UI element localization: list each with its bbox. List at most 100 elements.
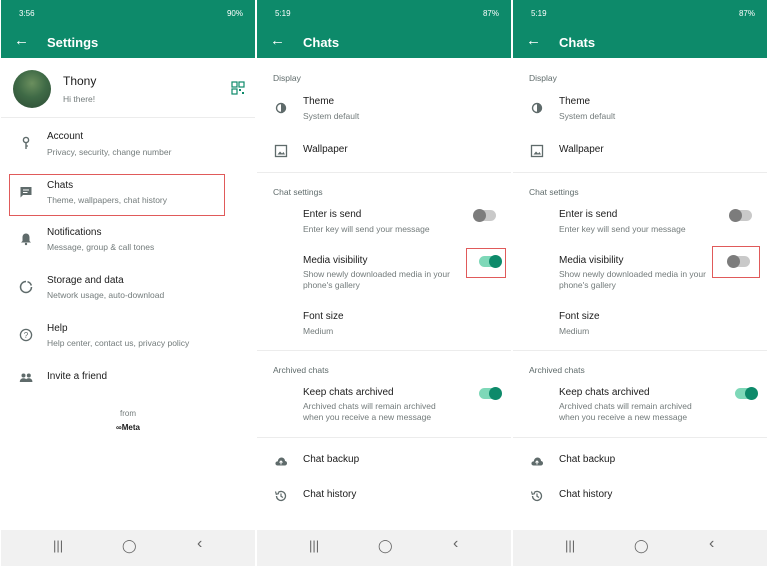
status-bar: 5:19 87%	[257, 0, 511, 24]
back-arrow-icon[interactable]: ←	[526, 33, 541, 48]
nav-back-button[interactable]: ‹	[197, 535, 202, 553]
item-subtitle: Archived chats will remain archived	[303, 401, 436, 411]
chat-history-row[interactable]: Chat history	[257, 483, 511, 509]
wallpaper-row[interactable]: Wallpaper	[513, 136, 767, 166]
settings-item-storage[interactable]: Storage and data Network usage, auto-dow…	[1, 268, 255, 310]
enter-is-send-toggle[interactable]	[729, 209, 752, 222]
profile-row[interactable]: Thony Hi there!	[1, 62, 255, 114]
battery-level: 90%	[226, 9, 243, 18]
item-title: Font size	[303, 311, 344, 322]
status-bar: 3:56 90%	[1, 0, 255, 24]
item-value: Medium	[559, 326, 590, 336]
footer-from: from	[120, 409, 136, 418]
item-title: Chat history	[303, 489, 357, 500]
chat-history-row[interactable]: Chat history	[513, 483, 767, 509]
app-bar: 3:56 90% ← Settings	[1, 0, 255, 58]
divider	[513, 437, 767, 438]
font-size-row[interactable]: Font size Medium	[513, 306, 767, 340]
highlight-box	[466, 248, 506, 278]
recents-button[interactable]: |||	[565, 538, 575, 553]
page-title: Settings	[47, 35, 99, 50]
nav-back-button[interactable]: ‹	[453, 535, 458, 553]
brightness-icon	[275, 102, 287, 114]
item-title: Keep chats archived	[559, 387, 650, 398]
keep-archived-toggle[interactable]	[735, 387, 758, 400]
system-nav-bar: ||| ◯ ‹	[257, 530, 511, 566]
divider	[513, 350, 767, 351]
recents-button[interactable]: |||	[53, 538, 63, 553]
item-title: Enter is send	[303, 209, 362, 220]
keep-archived-toggle[interactable]	[479, 387, 502, 400]
settings-item-notifications[interactable]: Notifications Message, group & call tone…	[1, 220, 255, 262]
home-button[interactable]: ◯	[122, 538, 137, 554]
chat-backup-row[interactable]: Chat backup	[257, 448, 511, 474]
section-archived: Archived chats	[273, 365, 329, 375]
divider	[257, 350, 511, 351]
status-time: 5:19	[275, 9, 291, 18]
item-title: Chat backup	[303, 454, 360, 465]
back-arrow-icon[interactable]: ←	[14, 33, 29, 48]
settings-screen: 3:56 90% ← Settings Thony Hi there! Acco…	[1, 0, 255, 566]
highlight-box	[9, 174, 225, 216]
bell-icon	[21, 233, 31, 246]
font-size-row[interactable]: Font size Medium	[257, 306, 511, 340]
help-icon: ?	[19, 328, 33, 342]
divider	[1, 117, 255, 118]
item-title: Notifications	[47, 227, 102, 238]
recents-button[interactable]: |||	[309, 538, 319, 553]
chat-backup-row[interactable]: Chat backup	[513, 448, 767, 474]
item-subtitle: Enter key will send your message	[303, 224, 430, 234]
cloud-upload-icon	[275, 457, 288, 466]
item-subtitle: Network usage, auto-download	[47, 290, 165, 300]
chats-screen-on: 5:19 87% ← Chats Display Theme System de…	[257, 0, 511, 566]
app-bar: 5:19 87% ← Chats	[257, 0, 511, 58]
item-subtitle-2: phone's gallery	[559, 280, 616, 290]
data-usage-icon	[19, 280, 33, 294]
item-title: Theme	[559, 96, 591, 107]
back-arrow-icon[interactable]: ←	[270, 33, 285, 48]
item-title: Font size	[559, 311, 600, 322]
history-icon	[530, 490, 543, 502]
app-bar: 5:19 87% ← Chats	[513, 0, 767, 58]
toggle-knob	[729, 209, 742, 222]
svg-text:?: ?	[24, 331, 29, 340]
home-button[interactable]: ◯	[634, 538, 649, 554]
item-subtitle-2: phone's gallery	[303, 280, 360, 290]
nav-back-button[interactable]: ‹	[709, 535, 714, 553]
screenshot-stage: 3:56 90% ← Settings Thony Hi there! Acco…	[0, 0, 768, 566]
keep-archived-row[interactable]: Keep chats archived Archived chats will …	[257, 382, 511, 428]
item-title: Chat backup	[559, 454, 616, 465]
theme-row[interactable]: Theme System default	[513, 90, 767, 126]
settings-item-account[interactable]: Account Privacy, security, change number	[1, 124, 255, 166]
settings-item-invite[interactable]: Invite a friend	[1, 364, 255, 392]
profile-status: Hi there!	[63, 94, 96, 104]
media-visibility-row[interactable]: Media visibility Show newly downloaded m…	[513, 250, 713, 296]
wallpaper-row[interactable]: Wallpaper	[257, 136, 511, 166]
divider	[513, 172, 767, 173]
item-title: Keep chats archived	[303, 387, 394, 398]
chats-screen-off: 5:19 87% ← Chats Display Theme System de…	[513, 0, 767, 566]
theme-row[interactable]: Theme System default	[257, 90, 511, 126]
page-title: Chats	[303, 35, 340, 50]
settings-item-help[interactable]: ? Help Help center, contact us, privacy …	[1, 316, 255, 358]
item-value: System default	[303, 111, 360, 121]
item-title: Help	[47, 323, 68, 334]
item-subtitle: Show newly downloaded media in your	[303, 269, 450, 279]
toggle-knob	[745, 387, 758, 400]
item-title: Wallpaper	[559, 144, 604, 155]
item-subtitle: Help center, contact us, privacy policy	[47, 338, 190, 348]
enter-is-send-toggle[interactable]	[473, 209, 496, 222]
toggle-knob	[489, 387, 502, 400]
enter-is-send-row[interactable]: Enter is send Enter key will send your m…	[513, 204, 767, 238]
enter-is-send-row[interactable]: Enter is send Enter key will send your m…	[257, 204, 511, 238]
history-icon	[274, 490, 287, 502]
media-visibility-row[interactable]: Media visibility Show newly downloaded m…	[257, 250, 467, 296]
qr-code-icon[interactable]	[231, 81, 245, 95]
cloud-upload-icon	[531, 457, 544, 466]
item-subtitle: Message, group & call tones	[47, 242, 155, 252]
keep-archived-row[interactable]: Keep chats archived Archived chats will …	[513, 382, 767, 428]
toggle-knob	[473, 209, 486, 222]
home-button[interactable]: ◯	[378, 538, 393, 554]
item-subtitle: Privacy, security, change number	[47, 147, 172, 157]
status-time: 5:19	[531, 9, 547, 18]
